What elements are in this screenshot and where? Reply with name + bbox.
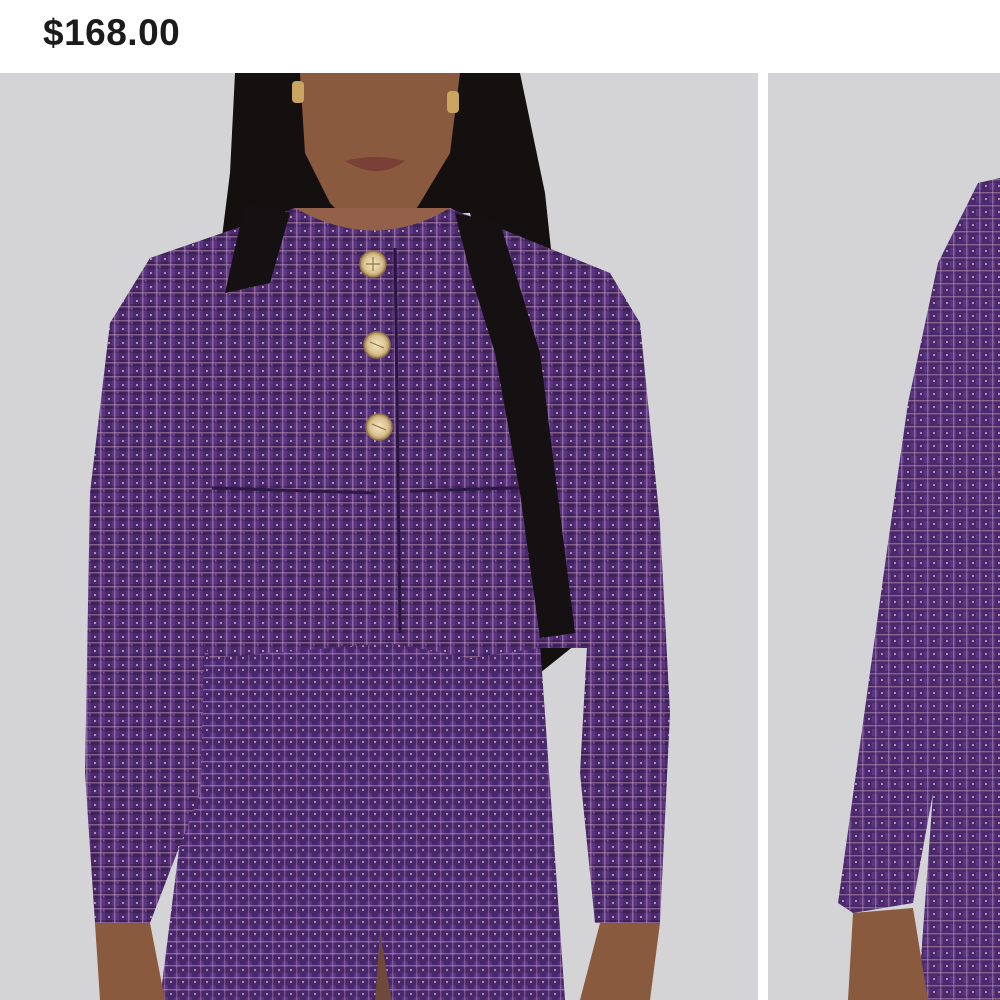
image-gallery[interactable] (0, 73, 1000, 1000)
product-page: $168.00 (0, 0, 1000, 1000)
gallery-image-side[interactable] (768, 73, 1000, 1000)
gallery-image-front[interactable] (0, 73, 758, 1000)
product-price: $168.00 (43, 12, 181, 53)
